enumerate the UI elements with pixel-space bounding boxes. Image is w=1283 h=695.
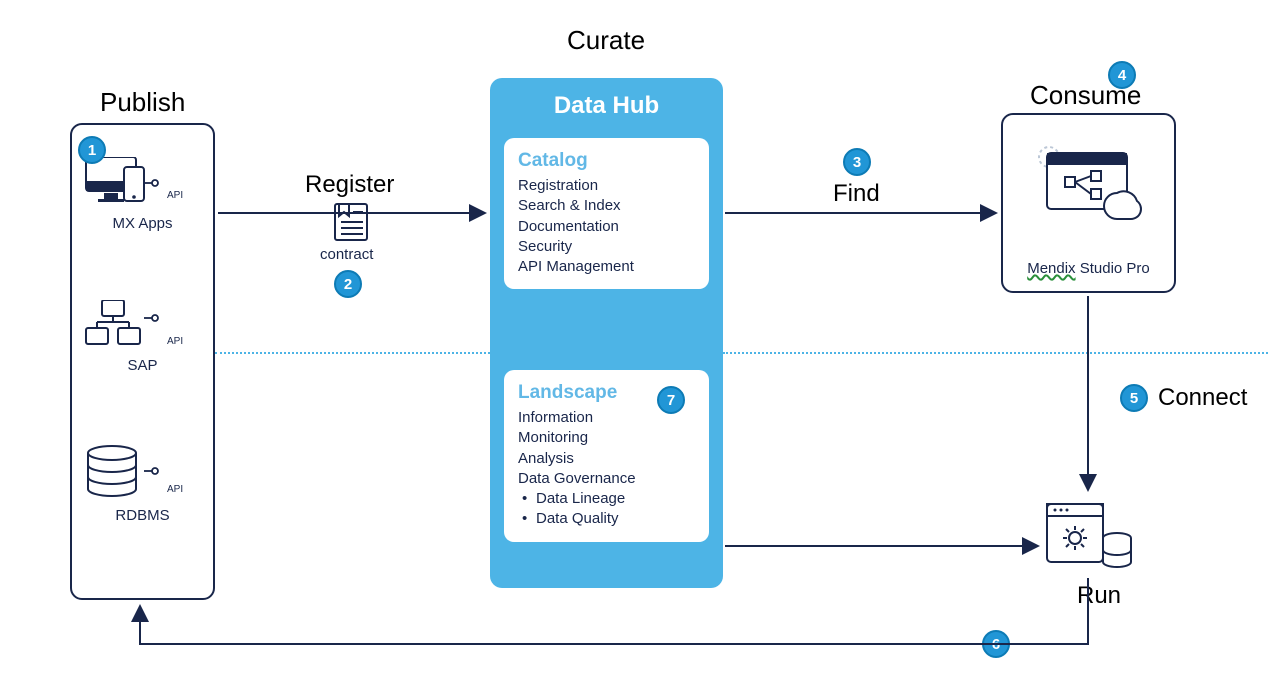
api-label-3: API xyxy=(167,484,183,495)
catalog-item-3: Security xyxy=(518,237,695,257)
run-label: Run xyxy=(1077,582,1121,610)
consume-box: Mendix Studio Pro xyxy=(1001,113,1176,293)
sap-icon xyxy=(84,300,164,350)
datahub-title: Data Hub xyxy=(490,92,723,120)
catalog-item-2: Documentation xyxy=(518,217,695,237)
consume-caption-rest: Studio Pro xyxy=(1076,260,1150,277)
api-label-1: API xyxy=(167,190,183,201)
catalog-title: Catalog xyxy=(518,150,695,172)
consume-caption-highlight: Mendix xyxy=(1027,260,1075,277)
dotted-separator-right xyxy=(723,352,1268,354)
landscape-item-1: Monitoring xyxy=(518,428,695,448)
landscape-item-3: Data Governance xyxy=(518,469,695,489)
consume-caption: Mendix Studio Pro xyxy=(1003,260,1174,277)
sap-label: SAP xyxy=(72,357,213,374)
mx-apps-label: MX Apps xyxy=(72,215,213,232)
landscape-item-2: Analysis xyxy=(518,449,695,469)
studio-pro-icon xyxy=(1035,143,1145,223)
landscape-bullet-0: Data Lineage xyxy=(518,489,695,509)
datahub-box: Data Hub Catalog Registration Search & I… xyxy=(490,78,723,588)
badge-2: 2 xyxy=(334,270,362,298)
connect-label: Connect xyxy=(1158,384,1247,412)
find-label: Find xyxy=(833,180,880,208)
diagram-canvas: Publish Curate Consume API MX Apps xyxy=(0,0,1283,695)
register-label: Register xyxy=(305,171,394,199)
badge-7: 7 xyxy=(657,386,685,414)
catalog-item-4: API Management xyxy=(518,257,695,277)
contract-caption: contract xyxy=(320,246,373,263)
badge-3: 3 xyxy=(843,148,871,176)
rdbms-icon xyxy=(84,445,164,500)
rdbms-label: RDBMS xyxy=(72,507,213,524)
landscape-bullet-1: Data Quality xyxy=(518,509,695,529)
badge-6: 6 xyxy=(982,630,1010,658)
curate-title: Curate xyxy=(567,25,645,56)
publish-box: API MX Apps API SAP API RDBMS xyxy=(70,123,215,600)
dotted-separator-left xyxy=(215,352,490,354)
catalog-item-0: Registration xyxy=(518,176,695,196)
mx-apps-icon xyxy=(84,157,164,207)
run-icon xyxy=(1045,498,1135,573)
badge-5: 5 xyxy=(1120,384,1148,412)
badge-4: 4 xyxy=(1108,61,1136,89)
contract-icon xyxy=(333,202,369,242)
api-label-2: API xyxy=(167,336,183,347)
catalog-panel: Catalog Registration Search & Index Docu… xyxy=(504,138,709,289)
catalog-item-1: Search & Index xyxy=(518,196,695,216)
badge-1: 1 xyxy=(78,136,106,164)
publish-title: Publish xyxy=(100,87,185,118)
